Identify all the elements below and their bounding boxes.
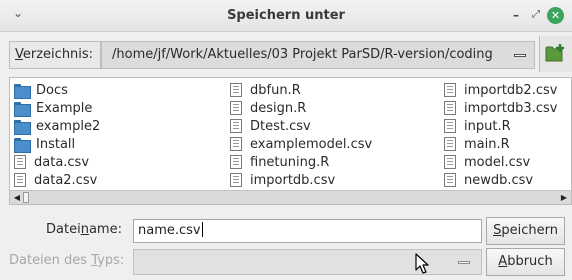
- file-icon: [230, 83, 242, 97]
- mouse-cursor-icon: [415, 253, 429, 274]
- file-icon: [444, 101, 456, 115]
- title-bar: ⌄ Speichern unter – ⤢ ✕: [0, 0, 572, 32]
- new-folder-button[interactable]: [539, 36, 572, 72]
- file-column: dbfun.R design.R Dtest.csv examplemodel.…: [230, 81, 372, 189]
- list-item[interactable]: importdb3.csv: [444, 99, 557, 117]
- file-icon: [444, 173, 456, 187]
- file-icon: [230, 137, 242, 151]
- folder-icon: [14, 83, 31, 99]
- close-icon[interactable]: ✕: [547, 7, 564, 24]
- file-icon: [444, 155, 456, 169]
- directory-combo[interactable]: /home/jf/Work/Aktuelles/03 Projekt ParSD…: [101, 41, 535, 69]
- save-button[interactable]: Speichern: [486, 217, 565, 245]
- list-item[interactable]: input.R: [444, 117, 557, 135]
- scroll-left-icon[interactable]: ◀: [11, 192, 23, 203]
- list-item[interactable]: data.csv: [14, 153, 100, 171]
- list-item[interactable]: examplemodel.csv: [230, 135, 372, 153]
- filename-input[interactable]: name.csv: [133, 219, 482, 243]
- file-icon: [444, 83, 456, 97]
- minimize-icon[interactable]: –: [508, 7, 524, 23]
- filetype-label: Dateien des Typs:: [9, 253, 125, 268]
- list-item[interactable]: Example: [14, 99, 100, 117]
- file-icon: [444, 137, 456, 151]
- folder-icon: [14, 119, 31, 135]
- text-caret: [201, 222, 203, 237]
- list-item[interactable]: Docs: [14, 81, 100, 99]
- file-icon: [230, 155, 242, 169]
- list-item[interactable]: design.R: [230, 99, 372, 117]
- list-item[interactable]: example2: [14, 117, 100, 135]
- combo-toggle-icon[interactable]: [514, 54, 526, 57]
- cancel-button[interactable]: Abbruch: [486, 248, 565, 276]
- list-item[interactable]: importdb2.csv: [444, 81, 557, 99]
- maximize-icon[interactable]: ⤢: [528, 7, 544, 23]
- file-column: importdb2.csv importdb3.csv input.R main…: [444, 81, 557, 189]
- file-icon: [230, 119, 242, 133]
- horizontal-scrollbar[interactable]: ◀ ▶: [10, 190, 571, 204]
- list-item[interactable]: Install: [14, 135, 100, 153]
- scrollbar-thumb[interactable]: [23, 192, 29, 203]
- new-folder-icon: [545, 44, 564, 62]
- list-item[interactable]: finetuning.R: [230, 153, 372, 171]
- directory-label: Verzeichnis:: [9, 41, 101, 69]
- list-item[interactable]: dbfun.R: [230, 81, 372, 99]
- list-item[interactable]: model.csv: [444, 153, 557, 171]
- file-icon: [444, 119, 456, 133]
- combo-toggle-icon[interactable]: [458, 261, 470, 264]
- file-icon: [14, 173, 26, 187]
- file-icon: [230, 101, 242, 115]
- folder-icon: [14, 137, 31, 153]
- filename-label: Dateiname:: [46, 222, 122, 237]
- file-icon: [14, 155, 26, 169]
- file-column: Docs Example example2 Install data.csv d…: [14, 81, 100, 189]
- list-item[interactable]: data2.csv: [14, 171, 100, 189]
- folder-icon: [14, 101, 31, 117]
- list-item[interactable]: Dtest.csv: [230, 117, 372, 135]
- list-item[interactable]: main.R: [444, 135, 557, 153]
- file-icon: [230, 173, 242, 187]
- directory-path: /home/jf/Work/Aktuelles/03 Projekt ParSD…: [112, 47, 493, 62]
- window-title: Speichern unter: [227, 8, 345, 23]
- list-item[interactable]: newdb.csv: [444, 171, 557, 189]
- scroll-right-icon[interactable]: ▶: [558, 192, 570, 203]
- list-item[interactable]: importdb.csv: [230, 171, 372, 189]
- file-list[interactable]: Docs Example example2 Install data.csv d…: [9, 77, 572, 205]
